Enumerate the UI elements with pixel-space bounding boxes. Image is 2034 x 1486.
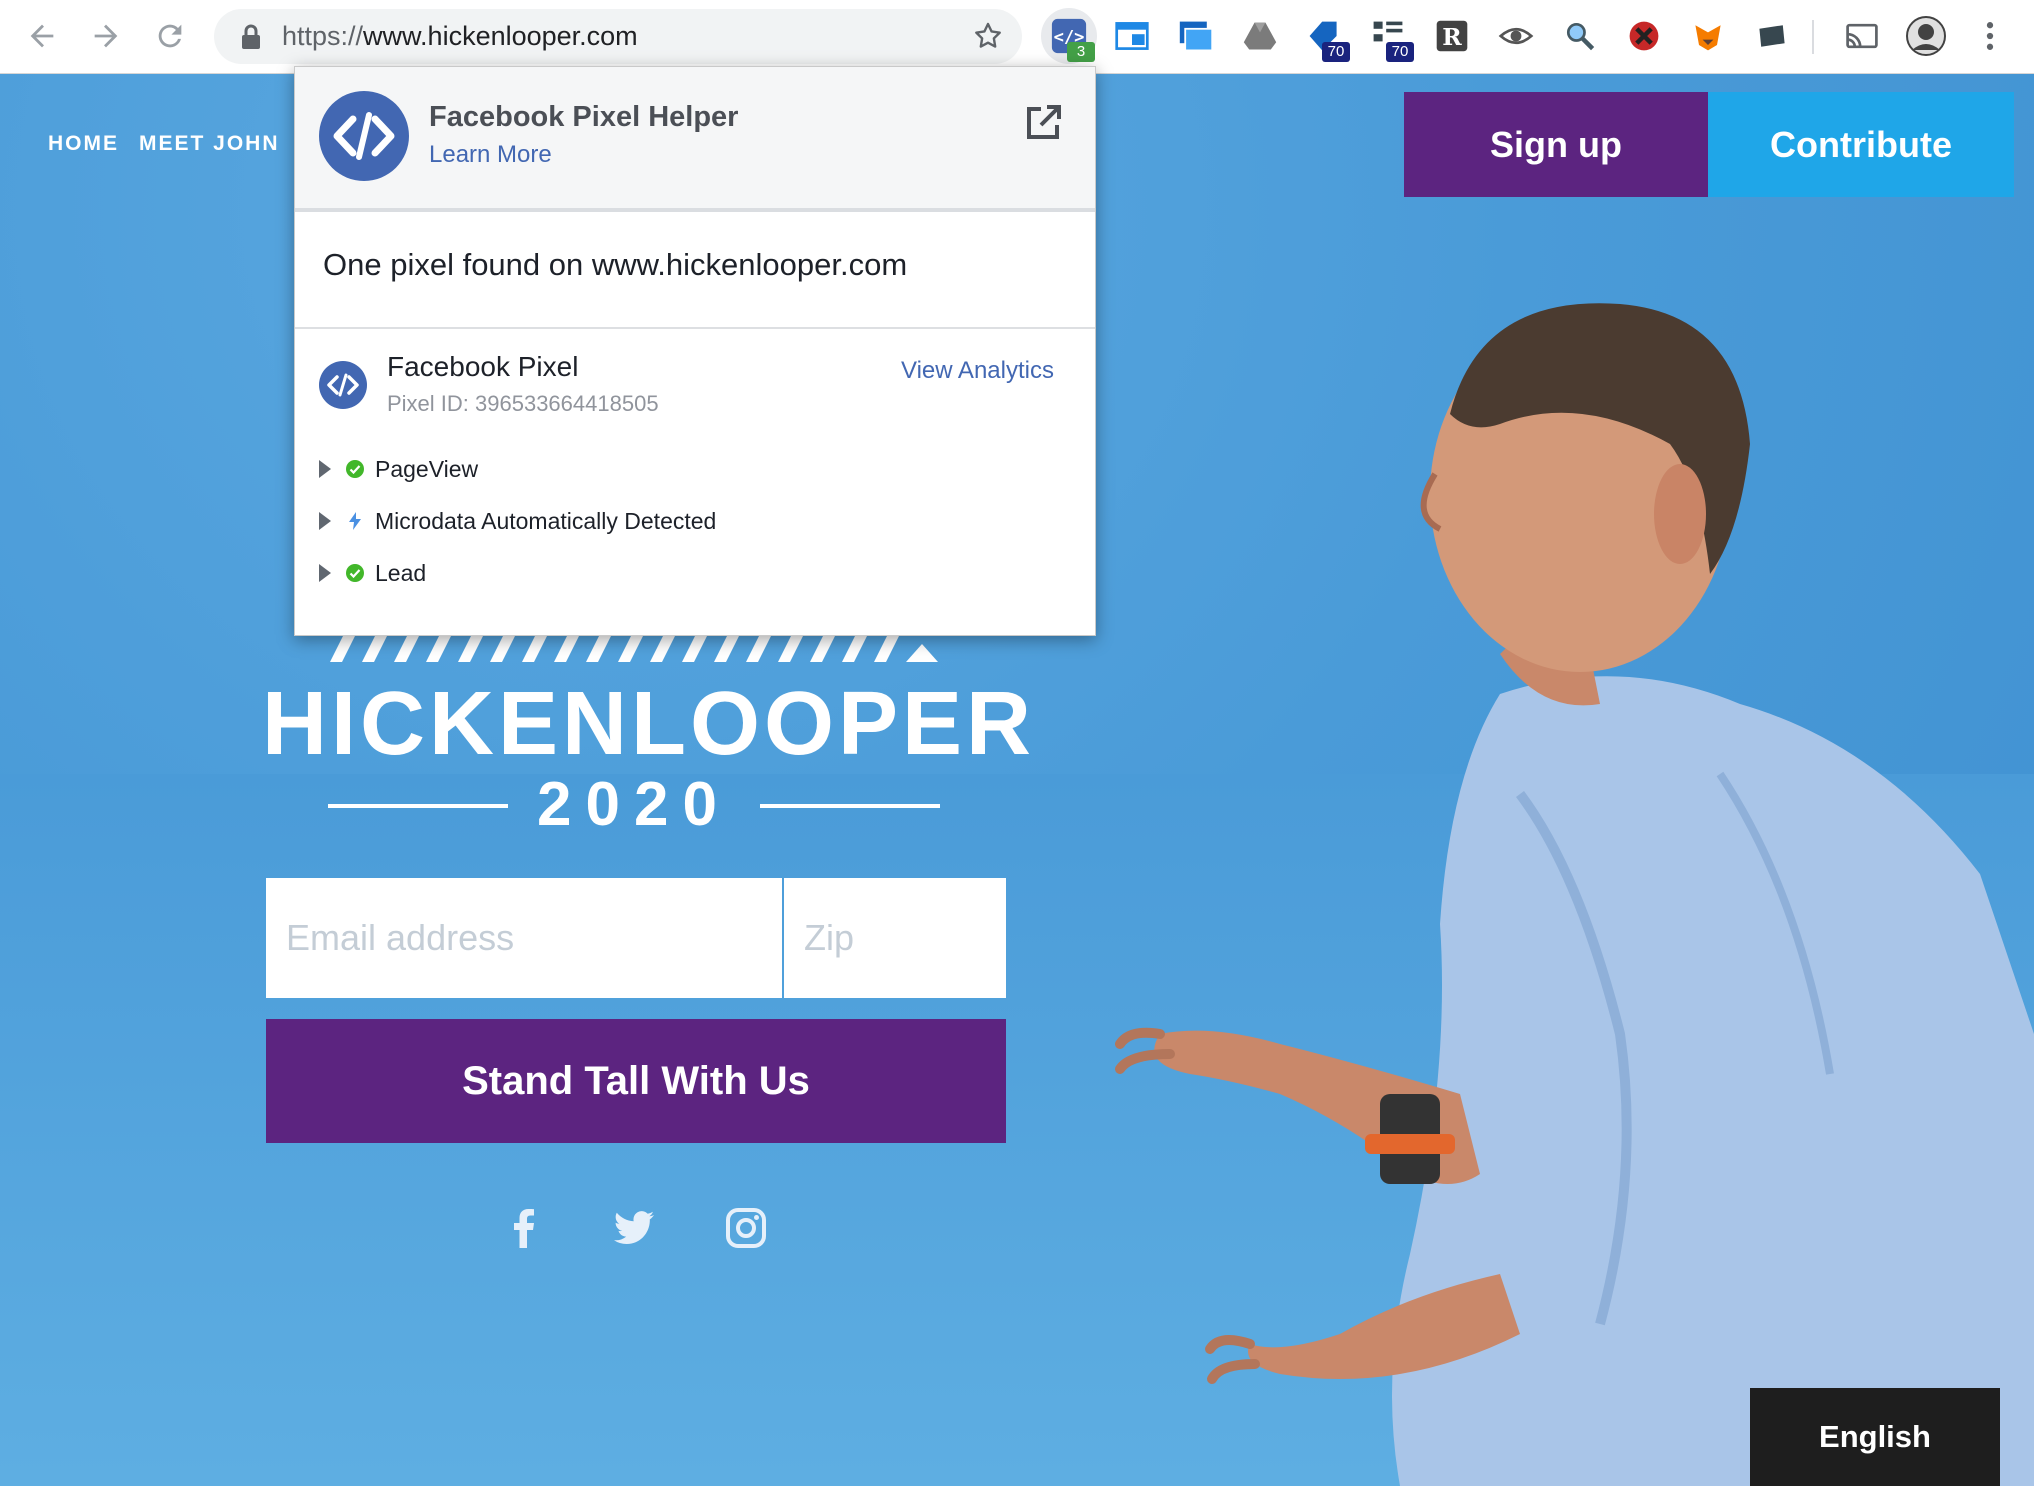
- lock-icon: [242, 24, 260, 49]
- pixel-id: Pixel ID: 396533664418505: [387, 391, 659, 416]
- pixel-helper-badge: 3: [1067, 42, 1095, 62]
- email-input[interactable]: [266, 878, 782, 998]
- site-nav: HOME MEET JOHN: [48, 132, 280, 156]
- sitemap-extension-badge: 70: [1386, 42, 1414, 62]
- magnifier-extension-icon[interactable]: [1560, 16, 1600, 56]
- signup-button[interactable]: Sign up: [1404, 92, 1708, 197]
- instagram-icon[interactable]: [722, 1204, 770, 1252]
- pixel-name: Facebook Pixel: [387, 351, 579, 382]
- pixel-code-icon: [319, 361, 367, 409]
- pixel-helper-extension-button[interactable]: </> 3: [1041, 8, 1097, 64]
- address-bar[interactable]: https://www.hickenlooper.com: [214, 9, 1022, 64]
- fox-extension-icon[interactable]: [1688, 16, 1728, 56]
- back-icon[interactable]: [20, 14, 64, 58]
- forward-icon[interactable]: [84, 14, 128, 58]
- pixel-helper-popup: Facebook Pixel Helper Learn More One pix…: [294, 66, 1096, 636]
- tag-extension-icon[interactable]: 70: [1304, 16, 1350, 62]
- contribute-button[interactable]: Contribute: [1708, 92, 2014, 197]
- popup-header: Facebook Pixel Helper Learn More: [295, 67, 1095, 212]
- svg-text:R: R: [1442, 23, 1462, 51]
- expand-triangle-icon: [319, 564, 331, 582]
- sitemap-extension-icon[interactable]: 70: [1368, 16, 1414, 62]
- view-analytics-link[interactable]: View Analytics: [901, 357, 1054, 385]
- expand-triangle-icon: [319, 460, 331, 478]
- cast-icon[interactable]: [1842, 16, 1882, 56]
- event-label: Lead: [375, 559, 427, 586]
- star-icon[interactable]: [972, 20, 1004, 52]
- drive-extension-icon[interactable]: [1240, 16, 1280, 56]
- check-circle-icon: [345, 459, 365, 479]
- nav-home-link[interactable]: HOME: [48, 132, 119, 156]
- popup-divider: [295, 327, 1095, 329]
- candidate-photo: [1115, 303, 2034, 1486]
- event-row-pageview[interactable]: PageView: [319, 452, 478, 486]
- expand-triangle-icon: [319, 512, 331, 530]
- nav-meet-john-link[interactable]: MEET JOHN: [139, 132, 280, 156]
- zip-input[interactable]: [784, 878, 1006, 998]
- lightning-icon: [345, 511, 365, 531]
- twitter-icon[interactable]: [610, 1204, 658, 1252]
- window-extension-icon[interactable]: [1112, 16, 1152, 56]
- screenshot-extension-icon[interactable]: [1176, 16, 1216, 56]
- check-circle-icon: [345, 563, 365, 583]
- logo-year-row: 2020: [328, 770, 940, 840]
- event-row-microdata[interactable]: Microdata Automatically Detected: [319, 504, 716, 538]
- card-extension-icon[interactable]: [1752, 16, 1792, 56]
- logo-name: HICKENLOOPER: [262, 674, 1036, 774]
- eye-extension-icon[interactable]: [1496, 16, 1536, 56]
- stand-tall-button[interactable]: Stand Tall With Us: [266, 1019, 1006, 1143]
- event-label: Microdata Automatically Detected: [375, 507, 717, 534]
- popup-title: Facebook Pixel Helper: [429, 101, 739, 133]
- logo-stripes: [330, 634, 938, 662]
- reload-icon[interactable]: [148, 14, 192, 58]
- learn-more-link[interactable]: Learn More: [429, 141, 552, 169]
- pixel-helper-extension-icon: </> 3: [1049, 16, 1095, 62]
- url-text: https://www.hickenlooper.com: [282, 21, 638, 51]
- pixel-found-text: One pixel found on www.hickenlooper.com: [323, 247, 908, 282]
- facebook-icon[interactable]: [500, 1204, 548, 1252]
- event-label: PageView: [375, 455, 479, 482]
- profile-avatar[interactable]: [1906, 16, 1946, 56]
- toolbar-divider: [1812, 20, 1814, 54]
- open-external-icon[interactable]: [1023, 103, 1063, 143]
- menu-icon[interactable]: [1970, 16, 2010, 56]
- pixel-helper-logo-icon: [319, 91, 409, 181]
- event-row-lead[interactable]: Lead: [319, 556, 426, 590]
- blocker-extension-icon[interactable]: [1624, 16, 1664, 56]
- logo-line-right: [760, 804, 940, 808]
- browser-toolbar: https://www.hickenlooper.com </> 3 70 70…: [0, 0, 2034, 74]
- tag-extension-badge: 70: [1322, 42, 1350, 62]
- language-button[interactable]: English: [1750, 1388, 2000, 1486]
- r-extension-icon[interactable]: R: [1432, 16, 1472, 56]
